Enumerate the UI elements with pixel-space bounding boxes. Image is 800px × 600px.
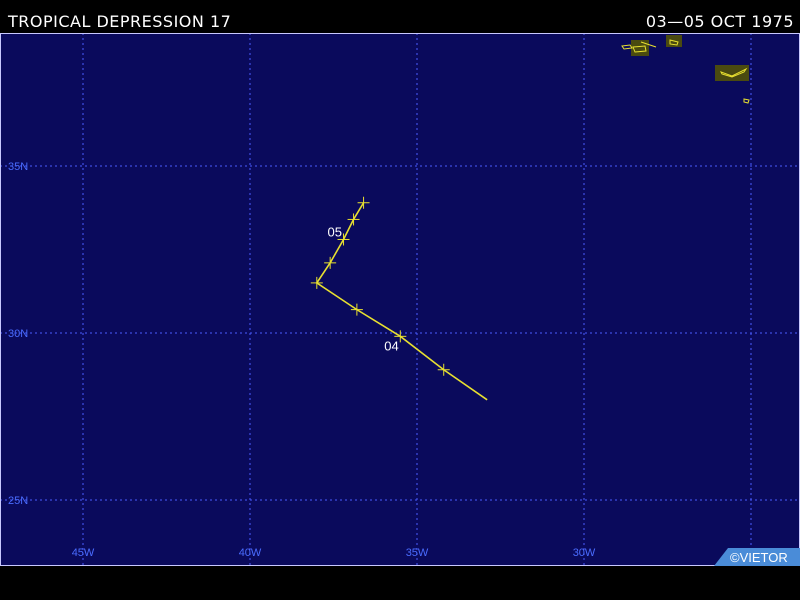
map-canvas: 35N30N25N45W40W35W30W25W 0405 bbox=[0, 33, 800, 566]
island-sao-miguel bbox=[715, 65, 749, 81]
lon-label: 30W bbox=[573, 547, 596, 559]
credit-badge: ©VIETOR bbox=[714, 548, 800, 566]
lat-label: 35N bbox=[8, 161, 28, 173]
lon-label: 45W bbox=[72, 547, 95, 559]
date-label: 05 bbox=[328, 224, 342, 239]
credit-text: ©VIETOR bbox=[730, 550, 788, 565]
header-bar: TROPICAL DEPRESSION 17 03—05 OCT 1975 bbox=[0, 0, 800, 33]
date-range: 03—05 OCT 1975 bbox=[645, 12, 794, 31]
lon-label: 40W bbox=[239, 547, 262, 559]
lat-label: 25N bbox=[8, 495, 28, 507]
lat-label: 30N bbox=[8, 328, 28, 340]
date-label: 04 bbox=[384, 338, 398, 353]
footer-bar bbox=[0, 566, 800, 600]
map-title: TROPICAL DEPRESSION 17 bbox=[8, 12, 232, 31]
ocean-background bbox=[0, 33, 800, 566]
lon-label: 35W bbox=[406, 547, 429, 559]
